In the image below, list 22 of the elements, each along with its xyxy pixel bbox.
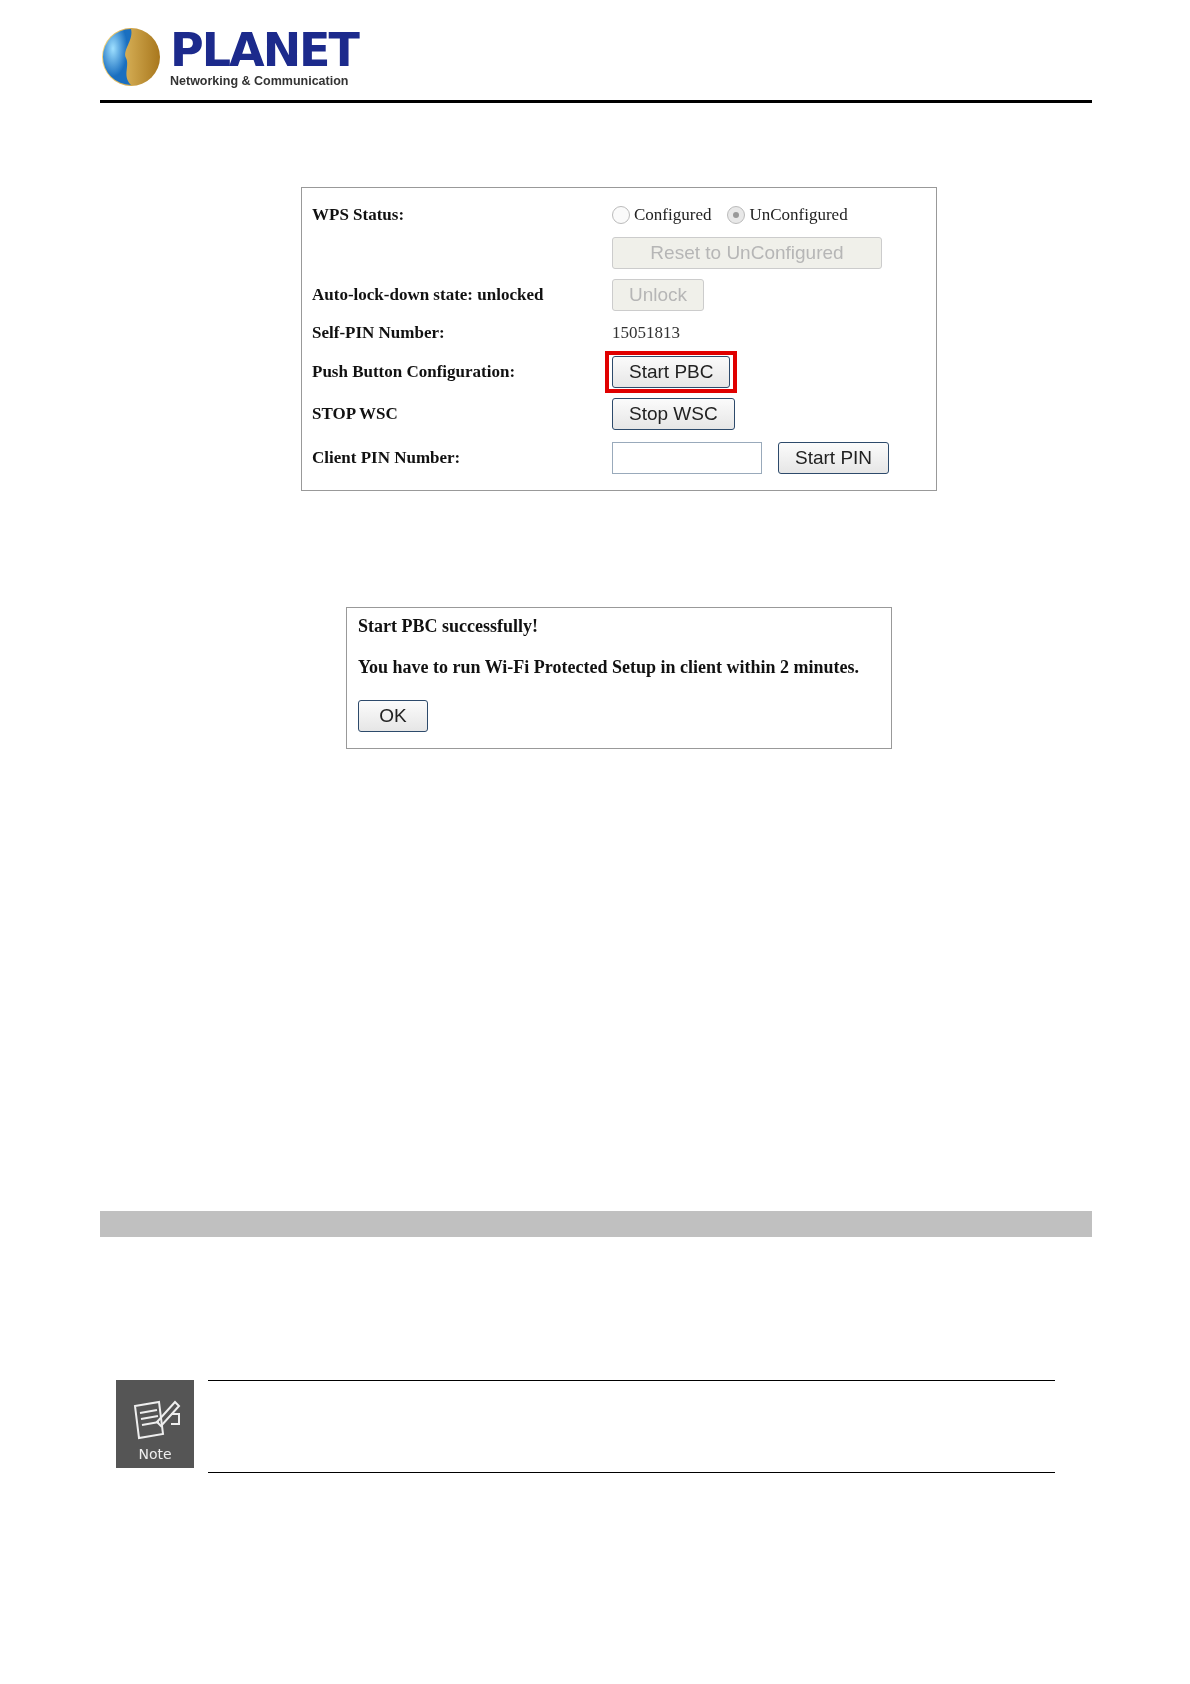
action-button[interactable]: Start PIN xyxy=(778,442,890,474)
radio-button[interactable] xyxy=(727,206,746,224)
radio-button[interactable] xyxy=(612,206,630,224)
action-button[interactable]: Stop WSC xyxy=(612,398,735,430)
note-icon: Note xyxy=(116,1380,194,1468)
field-label: Self-PIN Number: xyxy=(312,323,446,343)
radio-label: UnConfigured xyxy=(749,205,848,225)
field-label: WPS Status: xyxy=(312,205,406,225)
logo-tagline: Networking & Communication xyxy=(170,74,350,88)
globe-logo-icon xyxy=(100,26,162,88)
field-label: Client PIN Number: xyxy=(312,448,462,468)
dialog-message: You have to run Wi-Fi Protected Setup in client within 2 minutes. xyxy=(358,657,860,678)
field-label: Push Button Configuration: xyxy=(312,362,517,382)
action-button[interactable]: Start PBC xyxy=(612,356,731,388)
field-label: STOP WSC xyxy=(312,404,399,424)
logo-name: PLANET xyxy=(170,26,358,73)
field-label: Auto-lock-down state: unlocked xyxy=(312,285,545,305)
radio-label: Configured xyxy=(634,205,712,225)
input-field[interactable] xyxy=(612,442,762,474)
ok-button[interactable]: OK xyxy=(358,700,428,732)
pin-value: 15051813 xyxy=(612,323,680,343)
dialog-title: Start PBC successfully! xyxy=(358,616,538,637)
